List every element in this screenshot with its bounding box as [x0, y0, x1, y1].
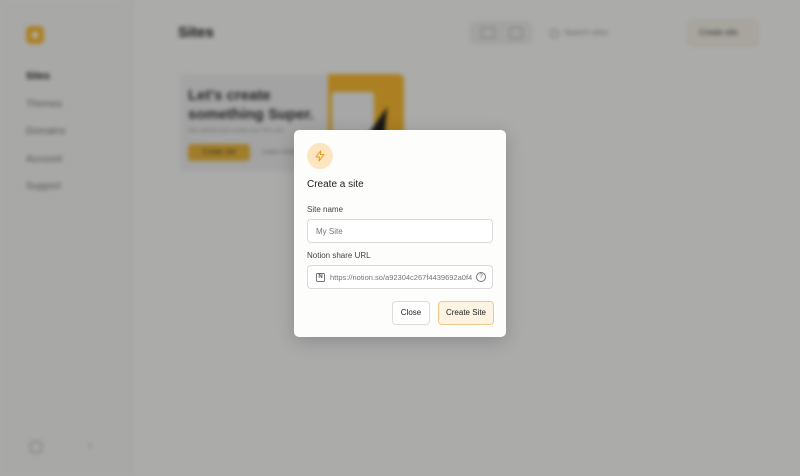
lightning-icon — [307, 143, 333, 169]
create-site-button[interactable]: Create Site — [438, 301, 494, 325]
site-name-input[interactable] — [307, 219, 493, 243]
site-name-label: Site name — [307, 205, 344, 214]
notion-url-field[interactable]: N ? — [307, 265, 493, 289]
notion-icon: N — [316, 273, 325, 282]
close-button[interactable]: Close — [392, 301, 430, 325]
help-icon[interactable]: ? — [476, 272, 486, 282]
notion-url-label: Notion share URL — [307, 251, 371, 260]
create-site-dialog: Create a site Site name Notion share URL… — [294, 130, 506, 337]
notion-url-input[interactable] — [328, 266, 474, 288]
dialog-title: Create a site — [307, 179, 364, 190]
